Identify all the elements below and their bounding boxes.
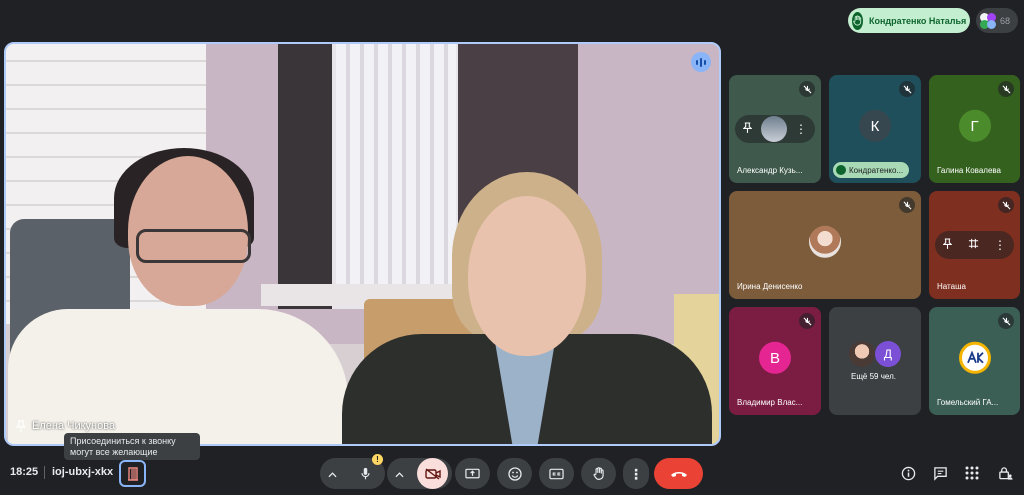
participant-tile[interactable]: Г Галина Ковалева: [929, 75, 1020, 183]
avatar: К: [859, 109, 891, 142]
participants-avatars-icon: [980, 12, 996, 29]
chat-button[interactable]: [929, 462, 951, 484]
avatar: В: [759, 341, 791, 374]
main-video-tile[interactable]: Елена Чикунова: [4, 42, 721, 446]
participant-tile[interactable]: Гомельский ГА...: [929, 307, 1020, 415]
participant-name: Наташа: [937, 282, 966, 291]
mic-off-icon: [899, 197, 915, 213]
info-icon: [901, 466, 915, 480]
hang-up-icon: [670, 472, 687, 477]
microphone-icon: [361, 467, 370, 479]
participant-tile[interactable]: Ирина Денисенко: [729, 191, 921, 299]
host-controls-lock-button[interactable]: [994, 462, 1016, 484]
participant-name: Галина Ковалева: [937, 166, 1002, 175]
mic-off-icon: [998, 197, 1014, 213]
participant-tile[interactable]: К Кондратенко...: [829, 75, 921, 183]
clock: 18:25: [10, 466, 39, 478]
participant-tile[interactable]: ⋮ Наташа: [929, 191, 1020, 299]
chevron-up-icon[interactable]: [395, 465, 404, 483]
pin-icon[interactable]: [742, 120, 753, 138]
more-options-icon[interactable]: ⋮: [994, 239, 1006, 251]
camera-control[interactable]: [387, 458, 452, 489]
participant-name: Владимир Влас...: [737, 398, 803, 407]
door-icon: [127, 466, 138, 481]
pin-icon[interactable]: [942, 236, 953, 254]
chevron-up-icon[interactable]: [328, 465, 337, 483]
participant-name: Гомельский ГА...: [937, 398, 999, 407]
mic-off-icon: [998, 313, 1014, 329]
more-participants-tile[interactable]: Д Ещё 59 чел.: [829, 307, 921, 415]
more-options-icon[interactable]: ⋮: [795, 123, 807, 135]
presenter-label: Елена Чикунова: [16, 420, 115, 432]
raised-hand-icon: [836, 165, 846, 175]
mic-off-icon: [998, 81, 1014, 97]
raised-hand-name-chip: Кондратенко...: [833, 162, 910, 178]
fit-frame-icon[interactable]: [968, 236, 979, 254]
hand-icon: [593, 467, 604, 480]
organization-logo: [958, 341, 991, 374]
raised-hand-name: Кондратенко Наталья: [869, 15, 967, 26]
activities-button[interactable]: [961, 462, 983, 484]
host-controls-button[interactable]: [119, 460, 146, 487]
captions-icon: [549, 468, 564, 479]
video-curtain: [336, 44, 456, 299]
participant-name: Кондратенко...: [849, 165, 904, 175]
camera-off-icon: [424, 467, 441, 480]
participants-button[interactable]: 68: [976, 8, 1018, 33]
microphone-button[interactable]: !: [350, 454, 383, 489]
camera-button[interactable]: [417, 458, 448, 489]
video-person-2-face: [468, 196, 586, 356]
microphone-control[interactable]: !: [320, 454, 385, 489]
mic-off-icon: [899, 81, 915, 97]
access-tooltip: Присоединиться к звонку могут все желающ…: [64, 433, 200, 460]
present-screen-button[interactable]: [455, 458, 490, 489]
participant-photo: [809, 225, 841, 258]
presenter-name: Елена Чикунова: [32, 420, 116, 432]
more-participants-label: Ещё 59 чел.: [851, 372, 896, 381]
emoji-icon: [507, 466, 522, 481]
participant-name: Александр Кузь...: [737, 166, 803, 175]
raised-hand-chip[interactable]: Кондратенко Наталья: [848, 8, 970, 33]
speaking-indicator-icon: [691, 52, 711, 72]
apps-grid-icon: [965, 466, 979, 480]
participant-tile[interactable]: В Владимир Влас...: [729, 307, 821, 415]
mic-warning-badge: !: [372, 454, 383, 465]
meeting-details-button[interactable]: [897, 462, 919, 484]
mic-off-icon: [799, 313, 815, 329]
avatar: Д: [875, 341, 901, 367]
raised-hand-icon: [852, 11, 863, 30]
pin-icon: [16, 420, 26, 432]
captions-button[interactable]: [539, 458, 574, 489]
reactions-button[interactable]: [497, 458, 532, 489]
avatar: Г: [958, 109, 991, 142]
lock-person-icon: [998, 467, 1013, 480]
more-options-button[interactable]: ⋮: [623, 458, 649, 489]
participant-name: Ирина Денисенко: [737, 282, 803, 291]
tile-hover-controls: ⋮: [735, 115, 815, 143]
tile-hover-controls: ⋮: [935, 231, 1014, 259]
meeting-code: ioj-ubxj-xkx: [52, 466, 114, 478]
participant-tile[interactable]: ⋮ Александр Кузь...: [729, 75, 821, 183]
leave-call-button[interactable]: [654, 458, 703, 489]
video-person-1-glasses: [136, 229, 251, 263]
divider: [44, 466, 45, 479]
participant-photo: [849, 341, 875, 367]
participants-count: 68: [1000, 15, 1011, 26]
chat-icon: [933, 466, 947, 481]
more-vert-icon: ⋮: [629, 465, 643, 482]
present-screen-icon: [465, 468, 480, 478]
participant-photo: [760, 116, 787, 142]
raise-hand-button[interactable]: [581, 458, 616, 489]
mic-off-icon: [799, 81, 815, 97]
